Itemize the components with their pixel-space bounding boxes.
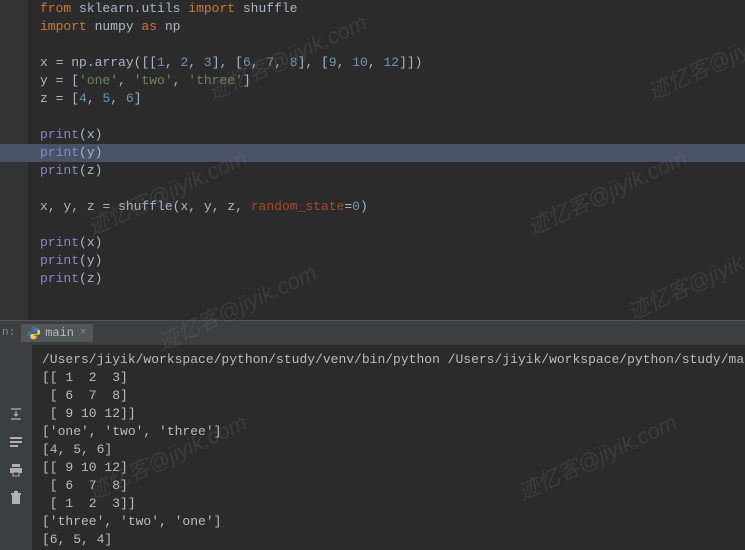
code-line[interactable]: print(z)	[40, 270, 422, 288]
code-line[interactable]: y = ['one', 'two', 'three']	[40, 72, 422, 90]
code-line[interactable]	[40, 216, 422, 234]
code-line[interactable]: print(x)	[40, 234, 422, 252]
code-line[interactable]: x = np.array([[1, 2, 3], [6, 7, 8], [9, …	[40, 54, 422, 72]
run-toolbar	[0, 345, 32, 550]
code-line[interactable]	[40, 36, 422, 54]
close-icon[interactable]: ×	[80, 327, 87, 339]
code-line[interactable]: import numpy as np	[40, 18, 422, 36]
code-line[interactable]: print(x)	[40, 126, 422, 144]
run-tab-bar: n: main ×	[0, 321, 745, 345]
run-tab-main[interactable]: main ×	[21, 324, 92, 342]
code-line[interactable]: print(y)	[40, 144, 422, 162]
run-panel: n: main × /U	[0, 320, 745, 550]
code-line[interactable]	[40, 108, 422, 126]
code-line[interactable]: from sklearn.utils import shuffle	[40, 0, 422, 18]
soft-wrap-icon[interactable]	[7, 433, 25, 451]
python-icon	[27, 326, 41, 340]
code-content[interactable]: from sklearn.utils import shuffleimport …	[40, 0, 422, 288]
run-label: n:	[2, 327, 15, 339]
scroll-to-end-icon[interactable]	[7, 405, 25, 423]
console-output[interactable]: /Users/jiyik/workspace/python/study/venv…	[32, 345, 745, 550]
run-tab-label: main	[45, 326, 74, 340]
code-line[interactable]: print(z)	[40, 162, 422, 180]
code-line[interactable]: print(y)	[40, 252, 422, 270]
code-line[interactable]: z = [4, 5, 6]	[40, 90, 422, 108]
trash-icon[interactable]	[7, 489, 25, 507]
code-line[interactable]	[40, 180, 422, 198]
code-line[interactable]: x, y, z = shuffle(x, y, z, random_state=…	[40, 198, 422, 216]
print-icon[interactable]	[7, 461, 25, 479]
code-editor[interactable]: from sklearn.utils import shuffleimport …	[0, 0, 745, 320]
